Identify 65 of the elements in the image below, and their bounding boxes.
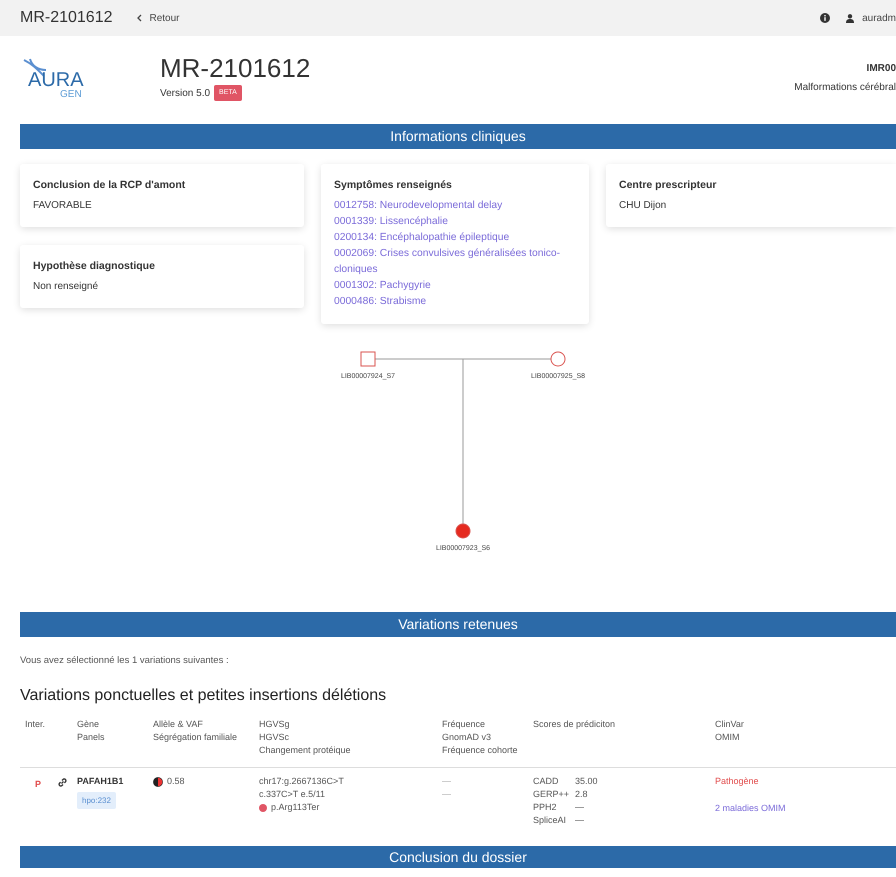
column-header: Changement protéique — [259, 744, 352, 757]
column-header: ClinVar — [715, 718, 745, 731]
card-value: FAVORABLE — [33, 198, 93, 213]
user-icon — [846, 14, 854, 22]
card-title: Centre prescripteur — [619, 178, 718, 193]
intro-text: Vous avez sélectionné les 1 variations suivantes : — [20, 654, 230, 668]
column-header: Scores de prédiciton — [533, 718, 616, 731]
clinvar-status: Pathogène — [715, 775, 760, 788]
card-title: Hypothèse diagnostique — [33, 258, 156, 274]
logo: AURA GEN — [20, 57, 84, 99]
column-header: Inter. — [25, 718, 46, 731]
score-value: — — [575, 814, 584, 827]
column-header: Fréquence — [442, 718, 486, 731]
column-header: Gène — [77, 718, 100, 731]
hgvsc-text: c.337C>T e.5/11 — [259, 788, 326, 801]
gnomad-frequency: — — [442, 775, 452, 788]
symptom-link[interactable]: 0200134: Encéphalopathie épileptique — [334, 230, 576, 246]
user-menu[interactable]: auradm — [846, 10, 896, 26]
column-header: Fréquence cohorte — [442, 744, 519, 757]
column-header: Ségrégation familiale — [153, 731, 238, 744]
back-link[interactable]: Retour — [136, 10, 180, 26]
hgvsg-text: chr17:g.2667136C>T — [259, 775, 345, 788]
column-header: Allèle & VAF — [153, 718, 204, 731]
column-header: HGVSc — [259, 731, 290, 744]
dot-icon — [259, 804, 267, 812]
panel-tag[interactable]: hpo:232 — [77, 792, 116, 809]
score-name: SpliceAI — [533, 814, 568, 827]
symptom-link[interactable]: 0002069: Crises convulsives généralisées tonico-cloniques — [334, 246, 576, 278]
omim-link[interactable]: 2 maladies OMIM — [715, 802, 786, 815]
card-title: Conclusion de la RCP d'amont — [33, 178, 186, 193]
column-header: Panels — [77, 731, 106, 744]
cohort-frequency: — — [442, 788, 452, 801]
half-filled-circle-icon — [153, 776, 163, 786]
column-header: GnomAD v3 — [442, 731, 492, 744]
column-header: OMIM — [715, 731, 740, 744]
version-text: Version 5.0 — [160, 86, 210, 100]
record-subtitle: Malformations cérébral — [794, 81, 896, 95]
card-title: Symptômes renseignés — [334, 178, 453, 193]
column-header: HGVSg — [259, 718, 291, 731]
section-heading: Variations ponctuelles et petites insertions délétions — [20, 686, 388, 706]
page-title: MR-2101612 — [20, 8, 112, 28]
score-name: PPH2 — [533, 801, 558, 814]
score-value: — — [575, 801, 584, 814]
card-value: CHU Dijon — [619, 198, 668, 213]
section-header: Variations retenues — [20, 612, 896, 637]
record-title: MR-2101612 — [160, 54, 310, 81]
symptom-link[interactable]: 0000486: Strabisme — [334, 294, 576, 310]
score-name: CADD — [533, 775, 560, 788]
interpretation-code: P — [35, 778, 42, 790]
vaf-value: 0.58 — [167, 775, 185, 788]
section-header: Conclusion du dossier — [20, 846, 896, 868]
symptom-link[interactable]: 0001339: Lissencéphalie — [334, 214, 576, 230]
link-icon[interactable] — [58, 778, 67, 786]
score-name: GERP++ — [533, 788, 570, 801]
section-header: Informations cliniques — [20, 124, 896, 149]
protein-change: p.Arg113Ter — [271, 801, 320, 814]
symptom-link[interactable]: 0012758: Neurodevelopmental delay — [334, 198, 576, 214]
symptom-link[interactable]: 0001302: Pachygyrie — [334, 278, 576, 294]
score-value: 2.8 — [575, 788, 588, 801]
record-code: IMR00 — [866, 62, 896, 76]
info-icon[interactable] — [820, 13, 830, 23]
score-value: 35.00 — [575, 775, 598, 788]
gene-name: PAFAH1B1 — [77, 775, 124, 788]
card-value: Non renseigné — [33, 280, 100, 294]
chevron-left-icon — [136, 14, 142, 22]
